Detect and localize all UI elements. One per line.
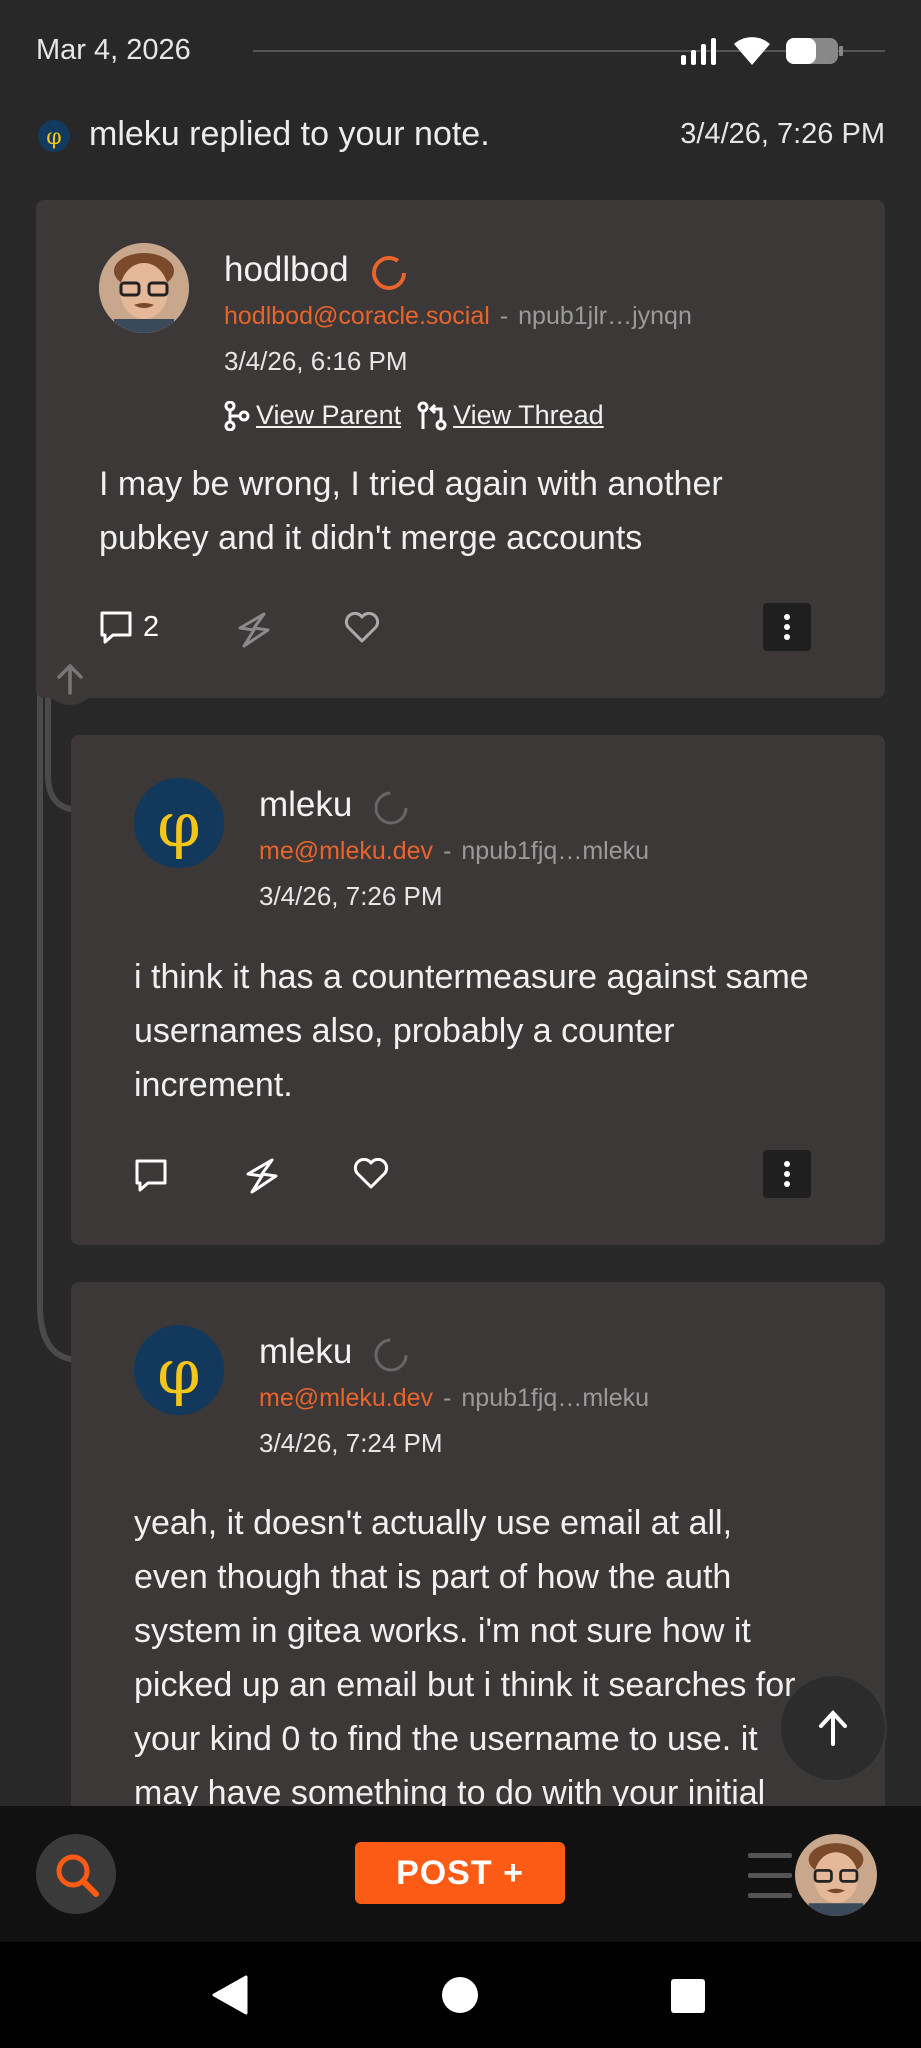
back-icon[interactable] bbox=[210, 1974, 250, 2016]
separator: - bbox=[499, 302, 509, 330]
search-button[interactable] bbox=[36, 1834, 116, 1914]
reply-icon bbox=[100, 611, 132, 644]
separator: - bbox=[443, 1384, 452, 1412]
npub[interactable]: npub1fjq…mleku bbox=[461, 837, 649, 866]
author-name[interactable]: hodlbod bbox=[224, 250, 349, 290]
author-name[interactable]: mleku bbox=[259, 1332, 352, 1372]
branch-icon bbox=[224, 400, 250, 431]
notification-time: 3/4/26, 7:26 PM bbox=[680, 118, 885, 150]
menu-icon[interactable] bbox=[748, 1849, 796, 1901]
replier-avatar[interactable]: φ bbox=[38, 120, 70, 152]
view-parent-link[interactable]: View Parent bbox=[256, 400, 401, 431]
npub[interactable]: npub1jlr…jynqn bbox=[518, 302, 692, 331]
more-options-button[interactable] bbox=[763, 1150, 811, 1198]
separator: - bbox=[443, 837, 452, 865]
loading-spinner-icon bbox=[374, 1338, 408, 1372]
thread-icon bbox=[417, 401, 447, 430]
avatar[interactable]: φ bbox=[134, 1325, 224, 1415]
zap-icon[interactable] bbox=[242, 1158, 282, 1194]
note-content: I may be wrong, I tried again with anoth… bbox=[99, 465, 723, 557]
nip05-address[interactable]: me@mleku.dev bbox=[259, 837, 433, 866]
home-icon[interactable] bbox=[441, 1976, 479, 2014]
zap-icon[interactable] bbox=[234, 612, 274, 648]
avatar[interactable] bbox=[99, 243, 189, 333]
timestamp[interactable]: 3/4/26, 6:16 PM bbox=[224, 346, 408, 377]
nip05-address[interactable]: hodlbod@coracle.social bbox=[224, 302, 490, 331]
more-vert-icon bbox=[784, 1161, 790, 1187]
svg-text:φ: φ bbox=[157, 788, 200, 861]
search-icon bbox=[56, 1854, 99, 1897]
reply-count: 2 bbox=[143, 610, 160, 643]
view-thread-link[interactable]: View Thread bbox=[453, 400, 604, 431]
more-options-button[interactable] bbox=[763, 603, 811, 651]
post-button[interactable]: POST + bbox=[355, 1842, 565, 1904]
reply-button[interactable]: 2 bbox=[99, 610, 159, 644]
note-content: yeah, it doesn't actually use email at a… bbox=[134, 1504, 796, 1806]
author-name[interactable]: mleku bbox=[259, 785, 352, 825]
recents-icon[interactable] bbox=[670, 1978, 706, 2014]
note-content: i think it has a countermeasure against … bbox=[134, 958, 809, 1104]
avatar[interactable]: φ bbox=[134, 778, 224, 868]
collapse-thread-button[interactable] bbox=[44, 653, 96, 705]
battery-icon bbox=[786, 38, 843, 64]
more-vert-icon bbox=[784, 614, 790, 640]
timestamp[interactable]: 3/4/26, 7:26 PM bbox=[259, 881, 443, 912]
arrow-up-icon bbox=[819, 1710, 847, 1746]
nip05-address[interactable]: me@mleku.dev bbox=[259, 1384, 433, 1413]
loading-spinner-icon bbox=[374, 791, 408, 825]
wifi-icon bbox=[734, 37, 770, 65]
signal-icon bbox=[681, 38, 716, 65]
profile-avatar[interactable] bbox=[795, 1834, 877, 1916]
heart-icon[interactable] bbox=[353, 1158, 389, 1190]
npub[interactable]: npub1fjq…mleku bbox=[461, 1384, 649, 1413]
status-icons bbox=[679, 36, 845, 66]
scroll-to-top-button[interactable] bbox=[779, 1674, 887, 1782]
notification-text[interactable]: mleku replied to your note. bbox=[89, 115, 490, 154]
heart-icon[interactable] bbox=[344, 612, 380, 644]
status-date: Mar 4, 2026 bbox=[36, 34, 191, 66]
loading-spinner-icon bbox=[372, 256, 406, 290]
timestamp[interactable]: 3/4/26, 7:24 PM bbox=[259, 1428, 443, 1459]
reply-icon[interactable] bbox=[134, 1158, 168, 1192]
svg-text:φ: φ bbox=[46, 125, 61, 150]
svg-text:φ: φ bbox=[157, 1335, 200, 1408]
arrow-up-icon bbox=[57, 663, 83, 695]
